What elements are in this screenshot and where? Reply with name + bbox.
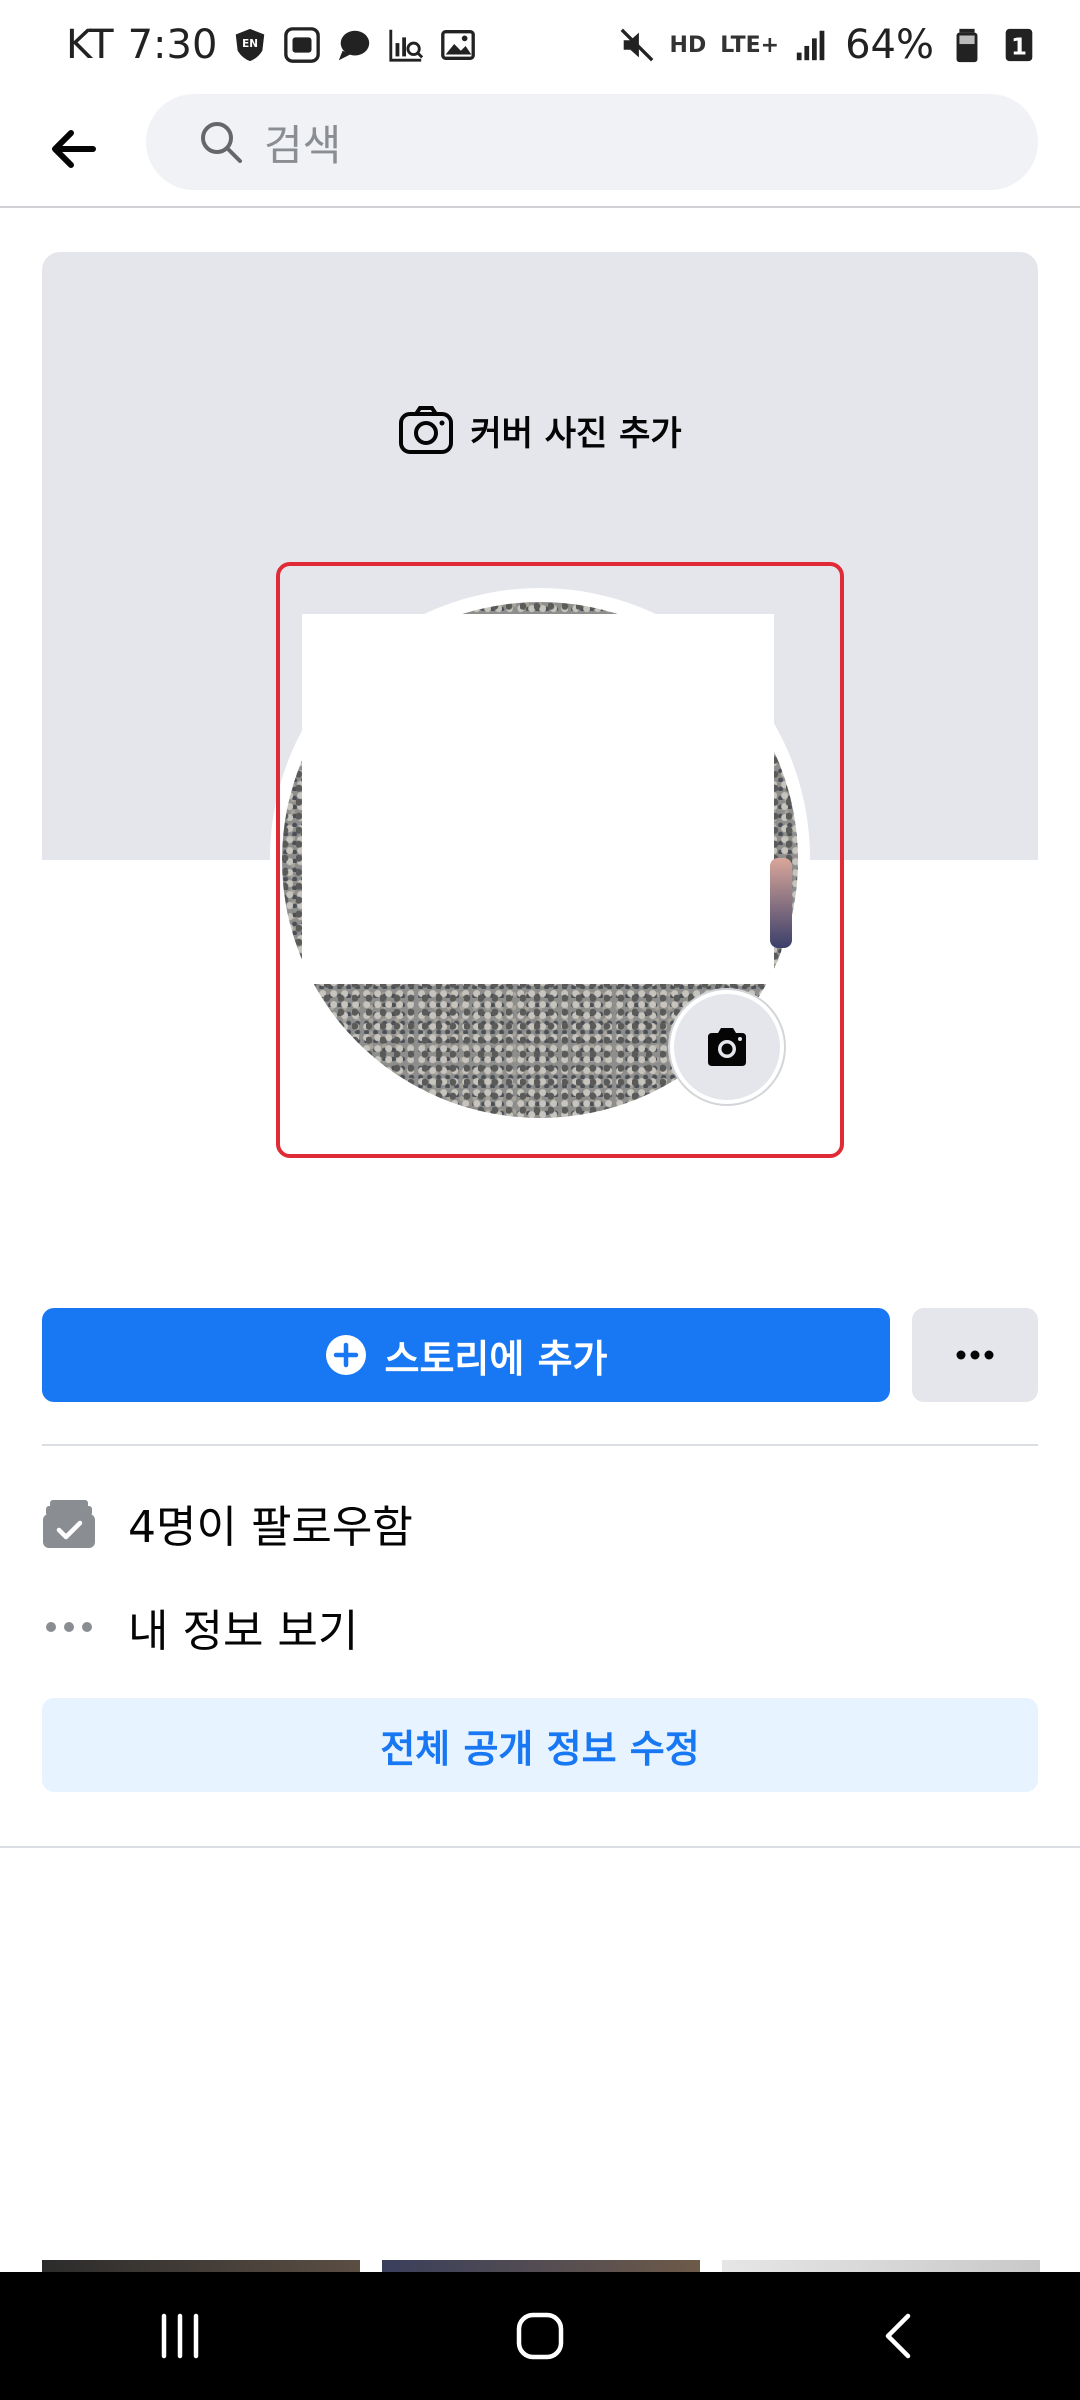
followers-icon <box>42 1496 96 1550</box>
see-about-label: 내 정보 보기 <box>128 1606 359 1657</box>
ellipsis-icon <box>956 1350 994 1360</box>
add-to-story-label: 스토리에 추가 <box>384 1336 608 1381</box>
status-right: HD LTE+ 64% 1 <box>618 22 1038 68</box>
photo-strip <box>0 2260 1080 2272</box>
search-input[interactable]: 검색 <box>146 94 1038 190</box>
battery-icon <box>948 26 986 64</box>
dots-icon <box>42 1600 96 1654</box>
edit-public-details-label: 전체 공개 정보 수정 <box>380 1726 700 1771</box>
mute-icon <box>618 26 656 64</box>
recent-apps-icon <box>161 2313 199 2359</box>
signal-strength-icon <box>793 26 831 64</box>
followers-row[interactable]: 4명이 팔로우함 <box>42 1488 1038 1558</box>
search-placeholder: 검색 <box>264 120 342 170</box>
add-cover-photo-button[interactable]: 커버 사진 추가 <box>42 400 1038 460</box>
analytics-search-icon <box>387 26 425 64</box>
profile-picture-highlight <box>276 562 844 1158</box>
search-icon <box>201 122 242 163</box>
system-back-button[interactable] <box>840 2286 960 2386</box>
more-options-button[interactable] <box>912 1308 1038 1402</box>
home-icon <box>516 2312 564 2360</box>
carrier-label: KT <box>66 22 114 68</box>
photo-thumbnail[interactable] <box>42 2260 360 2272</box>
hd-badge: HD <box>669 32 707 58</box>
back-chevron-icon <box>885 2313 911 2359</box>
gallery-icon <box>439 26 477 64</box>
camera-icon <box>399 406 454 454</box>
add-to-story-button[interactable]: 스토리에 추가 <box>42 1308 890 1402</box>
edit-public-details-button[interactable]: 전체 공개 정보 수정 <box>42 1698 1038 1792</box>
top-divider <box>0 206 1080 208</box>
photo-thumbnail[interactable] <box>722 2260 1040 2272</box>
add-cover-photo-label: 커버 사진 추가 <box>470 413 682 454</box>
network-type-label: LTE+ <box>720 32 780 58</box>
photo-thumbnail[interactable] <box>382 2260 700 2272</box>
en-shield-icon: EN <box>231 26 269 64</box>
system-navigation-bar <box>0 2272 1080 2400</box>
recent-apps-button[interactable] <box>120 2286 240 2386</box>
home-button[interactable] <box>480 2286 600 2386</box>
top-bar: 검색 <box>0 90 1080 208</box>
followers-label: 4명이 팔로우함 <box>128 1502 413 1553</box>
status-bar: KT 7:30 EN HD LTE+ 64% 1 <box>0 0 1080 90</box>
sim-slot-badge: 1 <box>1000 26 1038 64</box>
plus-circle-icon <box>325 1335 366 1375</box>
sim-slot-text: 1 <box>1011 35 1027 61</box>
chat-bubble-icon <box>335 26 373 64</box>
battery-percent: 64% <box>845 22 934 68</box>
bottom-section-divider <box>0 1846 1080 1848</box>
en-badge-text: EN <box>242 38 258 50</box>
clock: 7:30 <box>127 22 218 68</box>
status-left: KT 7:30 EN <box>66 22 477 68</box>
back-button[interactable] <box>38 114 108 184</box>
facebook-profile-screen: KT 7:30 EN HD LTE+ 64% 1 검색 커버 사진 추가 스토리… <box>0 0 1080 2400</box>
arrow-left-icon <box>52 130 96 168</box>
see-about-row[interactable]: 내 정보 보기 <box>42 1592 1038 1662</box>
section-divider <box>42 1444 1038 1446</box>
app-notification-icon <box>283 26 321 64</box>
